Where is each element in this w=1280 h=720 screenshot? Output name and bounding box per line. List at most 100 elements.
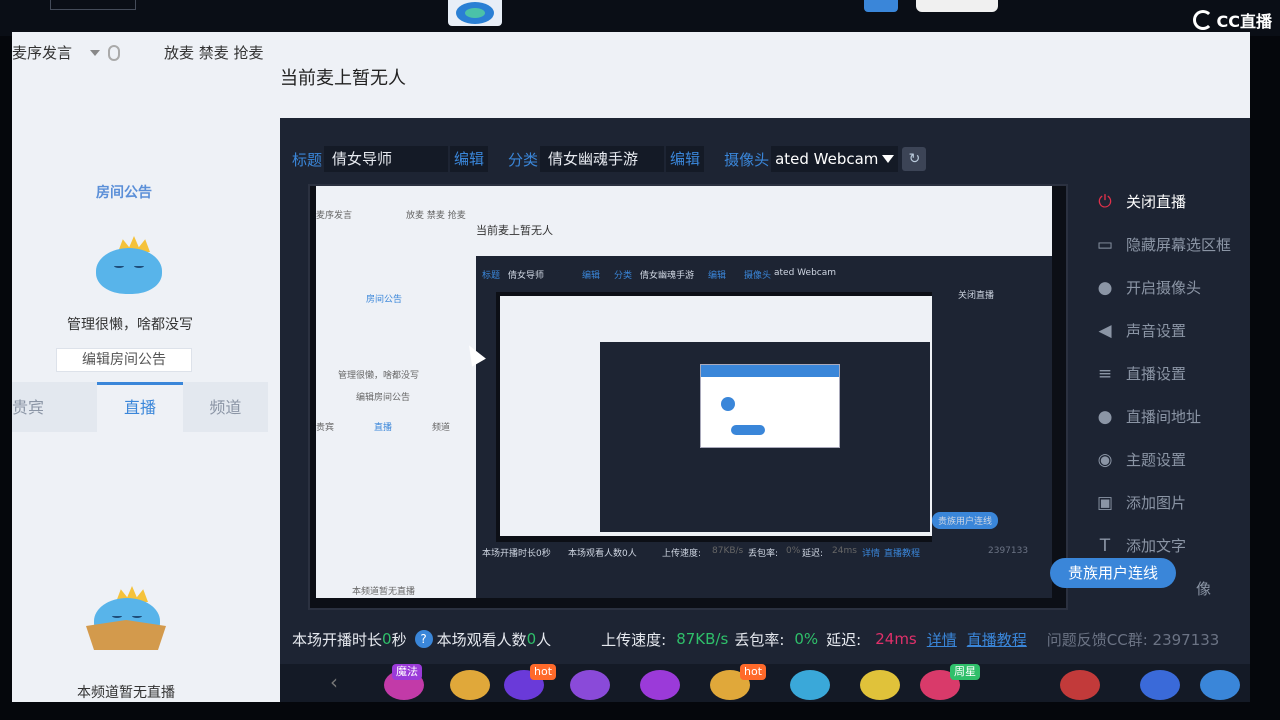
preview-notice-text: 管理很懒，啥都没写 [338, 371, 420, 381]
gift-item[interactable] [790, 670, 830, 700]
edit-notice-button[interactable]: 编辑房间公告 [56, 348, 192, 372]
preview-loss-value: 0% [786, 546, 801, 556]
left-tabs: 贵宾 直播 频道 [12, 382, 268, 432]
tab-channel[interactable]: 频道 [182, 382, 268, 432]
tutorial-link[interactable]: 直播教程 [967, 629, 1027, 650]
sound-settings-button[interactable]: ◀ 声音设置 [1092, 309, 1250, 352]
loss-label: 丢包率: [734, 630, 785, 649]
menu-label: 直播设置 [1126, 365, 1187, 383]
top-input-box[interactable] [50, 0, 136, 10]
mic-order-label: 麦序发言 [12, 44, 73, 62]
camera-select[interactable]: ated Webcam [771, 146, 899, 172]
palette-icon: ◉ [1097, 449, 1113, 470]
live-preview: 麦序发言 放麦 禁麦 抢麦 当前麦上暂无人 房间公告 管理很懒，啥都没写 编辑房… [308, 184, 1068, 610]
menu-label: 隐藏屏幕选区框 [1126, 236, 1232, 254]
help-icon[interactable]: ? [414, 630, 433, 648]
preview-stats-viewers: 本场观看人数0人 [568, 549, 637, 559]
close-live-button[interactable]: ⏻ 关闭直播 [1092, 180, 1250, 223]
top-white-button[interactable] [916, 0, 998, 12]
room-notice-text: 管理很懒，啥都没写 [67, 317, 193, 333]
add-image-button[interactable]: ▣ 添加图片 [1092, 481, 1250, 524]
preview-camera-value: ated Webcam [774, 268, 837, 278]
menu-tail-text: 像 [1196, 580, 1212, 598]
preview-mic-status: 当前麦上暂无人 [476, 224, 553, 237]
preview-edit-category: 编辑 [708, 271, 727, 281]
image-icon: ▣ [1096, 492, 1114, 513]
gift-item[interactable] [1060, 670, 1100, 700]
main-screen: 麦序发言 放麦 禁麦 抢麦 房间公告 管理很懒，啥都没写 编辑房间公告 贵宾 直… [12, 32, 1250, 702]
category-field[interactable]: 倩女幽魂手游 [540, 146, 665, 172]
preview-edit-notice: 编辑房间公告 [356, 393, 411, 403]
viewers-label: 本场观看人数 [436, 630, 527, 649]
app-root: CC直播 麦序发言 放麦 禁麦 抢麦 房间公告 管理很懒，啥都没写 编辑房间公告… [0, 0, 1280, 720]
chevron-left-icon[interactable]: ‹ [330, 670, 350, 700]
preview-stats-duration: 本场开播时长0秒 [482, 549, 551, 559]
duration-value: 0 [382, 630, 392, 648]
upload-value: 87KB/s [676, 630, 729, 648]
theme-settings-button[interactable]: ◉ 主题设置 [1092, 438, 1250, 481]
loss-value: 0% [794, 630, 819, 648]
preview-dark-panel: 标题 倩女导师 编辑 分类 倩女幽魂手游 编辑 摄像头 ated Webcam [476, 256, 1052, 598]
preview-nested-dark [600, 342, 930, 532]
preview-notice-title: 房间公告 [366, 295, 403, 305]
preview-dialog [700, 364, 840, 448]
vip-connect-button[interactable]: 贵族用户连线 [1050, 558, 1176, 588]
preview-category-label: 分类 [614, 271, 633, 281]
cc-brand-text: CC直播 [1216, 12, 1273, 31]
preview-mirror: 麦序发言 放麦 禁麦 抢麦 当前麦上暂无人 房间公告 管理很懒，啥都没写 编辑房… [316, 186, 1052, 598]
gift-item[interactable] [860, 670, 900, 700]
preview-vip-connect: 贵族用户连线 [932, 512, 999, 529]
live-settings-button[interactable]: ≡ 直播设置 [1092, 352, 1250, 395]
stats-row: 本场开播时长 0 秒 ? 本场观看人数 0 人 上传速度: 87KB/s 丢包率… [292, 628, 1242, 650]
viewers-unit: 人 [536, 630, 552, 649]
open-camera-button[interactable]: ● 开启摄像头 [1092, 266, 1250, 309]
menu-label: 开启摄像头 [1126, 279, 1202, 297]
caret-down-icon[interactable] [882, 155, 895, 163]
preview-camera-label: 摄像头 [744, 271, 772, 281]
title-field[interactable]: 倩女导师 [324, 146, 449, 172]
room-address-button[interactable]: ● 直播间地址 [1092, 395, 1250, 438]
location-icon: ● [1097, 406, 1113, 427]
mic-status-title: 当前麦上暂无人 [280, 68, 406, 89]
preview-close-live: 关闭直播 [958, 291, 995, 301]
preview-mic-order: 麦序发言 [316, 211, 353, 221]
edit-category-button[interactable]: 编辑 [666, 146, 705, 172]
live-info-row: 标题 倩女导师 编辑 分类 倩女幽魂手游 编辑 摄像头 ated Webcam … [292, 146, 927, 172]
live-control-panel: 标题 倩女导师 编辑 分类 倩女幽魂手游 编辑 摄像头 ated Webcam … [280, 118, 1250, 702]
preview-no-live: 本频道暂无直播 [352, 587, 416, 597]
gift-badge: hot [740, 664, 767, 680]
camera-pin-icon: ● [1097, 277, 1113, 298]
gift-item[interactable] [1140, 670, 1180, 700]
edit-title-button[interactable]: 编辑 [450, 146, 489, 172]
gift-badge: 魔法 [392, 664, 422, 680]
mic-actions[interactable]: 放麦 禁麦 抢麦 [164, 42, 264, 63]
speaker-icon: ◀ [1098, 320, 1112, 341]
chevron-down-icon[interactable] [90, 49, 101, 56]
refresh-icon[interactable]: ↻ [902, 147, 927, 171]
microphone-icon[interactable] [108, 44, 121, 61]
side-menu: ⏻ 关闭直播 ▭ 隐藏屏幕选区框 ● 开启摄像头 ◀ 声音设置 ≡ 直播设置 ●… [1092, 180, 1250, 610]
viewers-value: 0 [526, 630, 537, 648]
cc-brand-watermark: CC直播 [1192, 8, 1273, 32]
menu-label: 关闭直播 [1126, 193, 1187, 211]
gift-item[interactable] [640, 670, 680, 700]
gift-item[interactable] [570, 670, 610, 700]
preview-edit-title: 编辑 [582, 271, 601, 281]
category-label: 分类 [508, 150, 539, 169]
tab-vip[interactable]: 贵宾 [12, 382, 98, 432]
preview-delay-value: 24ms [832, 546, 857, 556]
sliders-icon: ≡ [1097, 363, 1113, 384]
tab-live[interactable]: 直播 [97, 382, 183, 432]
preview-tutorial-link: 直播教程 [884, 549, 921, 559]
hide-screen-frame-button[interactable]: ▭ 隐藏屏幕选区框 [1092, 223, 1250, 266]
camera-label: 摄像头 [724, 150, 770, 169]
preview-upload-label: 上传速度: [662, 549, 702, 559]
detail-link[interactable]: 详情 [927, 629, 957, 650]
preview-detail-link: 详情 [862, 549, 881, 559]
mic-order-selector[interactable]: 麦序发言 [12, 42, 121, 63]
menu-label: 直播间地址 [1126, 408, 1202, 426]
gift-item[interactable] [450, 670, 490, 700]
gift-item[interactable] [1200, 670, 1240, 700]
top-blue-button[interactable] [864, 0, 898, 12]
gift-badge: hot [530, 664, 557, 680]
